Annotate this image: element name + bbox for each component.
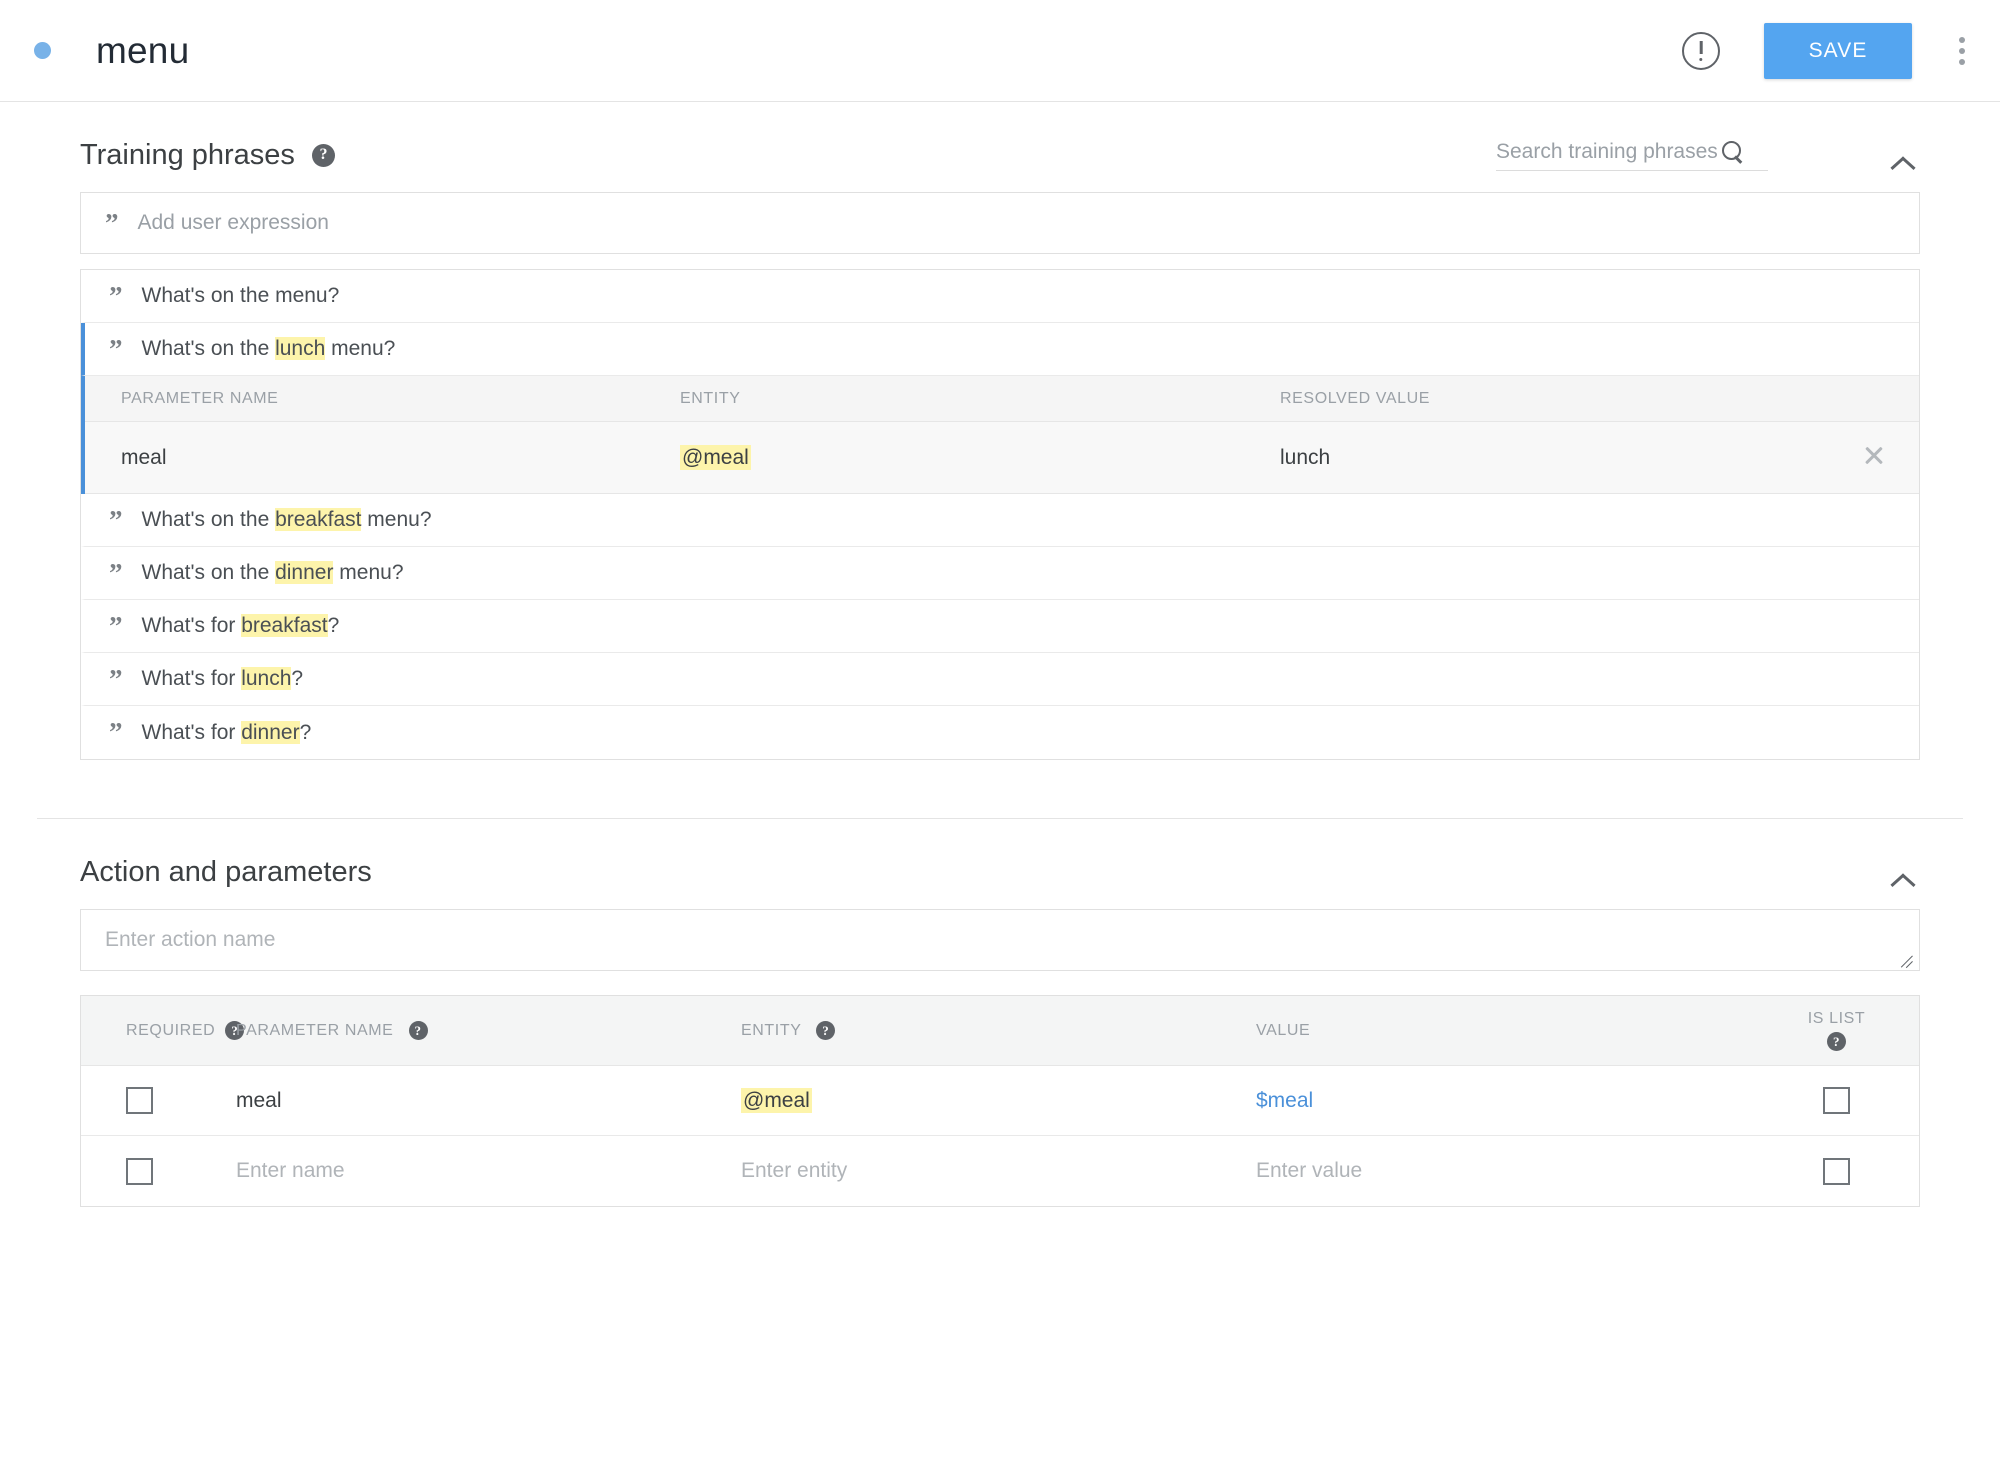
- required-cell: [81, 1087, 236, 1114]
- resize-handle[interactable]: [1900, 951, 1916, 967]
- quote-icon: ”: [109, 333, 122, 364]
- phrase-param-delete-cell: [1829, 443, 1919, 473]
- entity-highlight[interactable]: lunch: [241, 667, 292, 690]
- help-icon[interactable]: ?: [816, 1021, 836, 1040]
- search-training-phrases[interactable]: [1496, 139, 1768, 171]
- parameter-entity-cell: @meal: [741, 1087, 1256, 1113]
- required-cell: [81, 1157, 236, 1185]
- column-header-is-list: IS LIST ?: [1807, 1010, 1866, 1051]
- column-header-entity: ENTITY ?: [741, 1021, 1256, 1040]
- required-checkbox[interactable]: [126, 1157, 153, 1185]
- training-phrase-list: ” What's on the menu? ” What's on the lu…: [80, 269, 1920, 760]
- phrase-param-name: meal: [121, 445, 167, 469]
- help-icon[interactable]: ?: [408, 1021, 428, 1040]
- collapse-action-parameters-icon[interactable]: [1886, 855, 1920, 889]
- column-header-parameter-name: PARAMETER NAME: [121, 389, 279, 407]
- help-icon[interactable]: ?: [311, 143, 335, 167]
- search-icon[interactable]: [1722, 140, 1745, 164]
- training-phrase-row[interactable]: ” What's on the breakfast menu?: [81, 494, 1919, 547]
- close-icon[interactable]: [1862, 443, 1886, 467]
- action-and-parameters-section: Action and parameters Enter action name …: [0, 819, 2000, 1207]
- training-phrase-text: What's on the menu?: [141, 284, 340, 307]
- parameter-value-field[interactable]: $meal: [1256, 1089, 1754, 1113]
- help-icon[interactable]: ?: [1827, 1032, 1846, 1051]
- phrase-parameter-row: meal @meal lunch: [85, 422, 1919, 494]
- parameter-entity-field[interactable]: Enter entity: [741, 1159, 1256, 1183]
- phrase-param-resolved-value: lunch: [1280, 445, 1331, 469]
- is-list-checkbox[interactable]: [1823, 1157, 1850, 1185]
- entity-highlight[interactable]: lunch: [275, 337, 326, 360]
- quote-icon: ”: [109, 280, 122, 311]
- page-title: menu: [96, 29, 190, 71]
- entity-highlight[interactable]: @meal: [680, 444, 751, 470]
- training-phrase-text: What's for lunch?: [141, 667, 304, 690]
- column-header-parameter-name: PARAMETER NAME ?: [236, 1021, 741, 1040]
- toolbar-actions: SAVE: [1682, 22, 1976, 79]
- entity-highlight[interactable]: dinner: [241, 720, 300, 744]
- parameters-table-header: REQUIRED ? PARAMETER NAME ? ENTITY ? VAL…: [81, 996, 1919, 1066]
- column-header-required: REQUIRED ?: [81, 1021, 245, 1040]
- phrase-param-entity-cell: @meal: [680, 444, 1280, 470]
- entity-highlight[interactable]: @meal: [741, 1087, 812, 1113]
- column-header-value: VALUE: [1256, 1021, 1311, 1039]
- is-list-cell: [1754, 1157, 1919, 1185]
- collapse-training-phrases-icon[interactable]: [1886, 138, 1920, 172]
- entity-highlight[interactable]: breakfast: [241, 614, 328, 637]
- parameter-row: meal @meal $meal: [81, 1066, 1919, 1136]
- entity-highlight[interactable]: dinner: [275, 561, 334, 584]
- entity-highlight[interactable]: breakfast: [275, 508, 362, 531]
- top-toolbar: menu SAVE: [0, 0, 2000, 102]
- save-button[interactable]: SAVE: [1764, 22, 1912, 79]
- training-phrase-text: What's for breakfast?: [141, 614, 340, 637]
- quote-icon: ”: [109, 557, 122, 588]
- parameter-name-field[interactable]: meal: [236, 1089, 741, 1113]
- add-user-expression-row[interactable]: ” Add user expression: [80, 192, 1920, 254]
- training-phrase-row[interactable]: ” What's for dinner?: [81, 706, 1919, 759]
- training-phrase-text: What's on the lunch menu?: [141, 337, 396, 360]
- training-phrase-text: What's on the dinner menu?: [141, 561, 404, 584]
- intent-status-dot: [34, 42, 51, 59]
- training-phrase-row[interactable]: ” What's on the dinner menu?: [81, 547, 1919, 600]
- quote-icon: ”: [109, 717, 122, 747]
- quote-icon: ”: [109, 663, 122, 694]
- parameter-row-empty: Enter name Enter entity Enter value: [81, 1136, 1919, 1206]
- column-header-entity: ENTITY: [680, 389, 741, 407]
- phrase-parameter-table-header: PARAMETER NAME ENTITY RESOLVED VALUE: [85, 376, 1919, 422]
- training-phrases-title: Training phrases: [80, 138, 295, 171]
- parameter-value-field[interactable]: Enter value: [1256, 1159, 1754, 1183]
- training-phrase-row-selected[interactable]: ” What's on the lunch menu?: [81, 323, 1919, 376]
- parameter-name-field[interactable]: Enter name: [236, 1159, 741, 1183]
- parameters-table: REQUIRED ? PARAMETER NAME ? ENTITY ? VAL…: [80, 995, 1920, 1207]
- action-and-parameters-title: Action and parameters: [80, 855, 372, 888]
- column-header-resolved-value: RESOLVED VALUE: [1280, 389, 1431, 407]
- training-phrase-row[interactable]: ” What's for lunch?: [81, 653, 1919, 706]
- quote-icon: ”: [109, 610, 122, 641]
- training-phrase-row[interactable]: ” What's for breakfast?: [81, 600, 1919, 653]
- action-name-placeholder: Enter action name: [105, 928, 276, 951]
- required-checkbox[interactable]: [126, 1087, 153, 1114]
- action-name-input[interactable]: Enter action name: [80, 909, 1920, 971]
- is-list-cell: [1754, 1087, 1919, 1114]
- phrase-parameter-table: PARAMETER NAME ENTITY RESOLVED VALUE mea…: [81, 376, 1919, 494]
- action-and-parameters-header: Action and parameters: [80, 819, 1920, 909]
- is-list-checkbox[interactable]: [1823, 1087, 1850, 1114]
- error-outline-icon[interactable]: [1682, 31, 1720, 70]
- more-vert-icon[interactable]: [1948, 31, 1976, 71]
- training-phrases-section: Training phrases ? ” Add user expression…: [0, 102, 2000, 760]
- training-phrase-text: What's on the breakfast menu?: [141, 508, 432, 531]
- add-user-expression-placeholder: Add user expression: [137, 211, 329, 234]
- training-phrase-text: What's for dinner?: [141, 720, 312, 744]
- search-input[interactable]: [1496, 139, 1720, 164]
- quote-icon: ”: [109, 504, 122, 535]
- quote-icon: ”: [105, 207, 118, 238]
- training-phrases-header: Training phrases ?: [80, 102, 1920, 192]
- training-phrase-row[interactable]: ” What's on the menu?: [81, 270, 1919, 323]
